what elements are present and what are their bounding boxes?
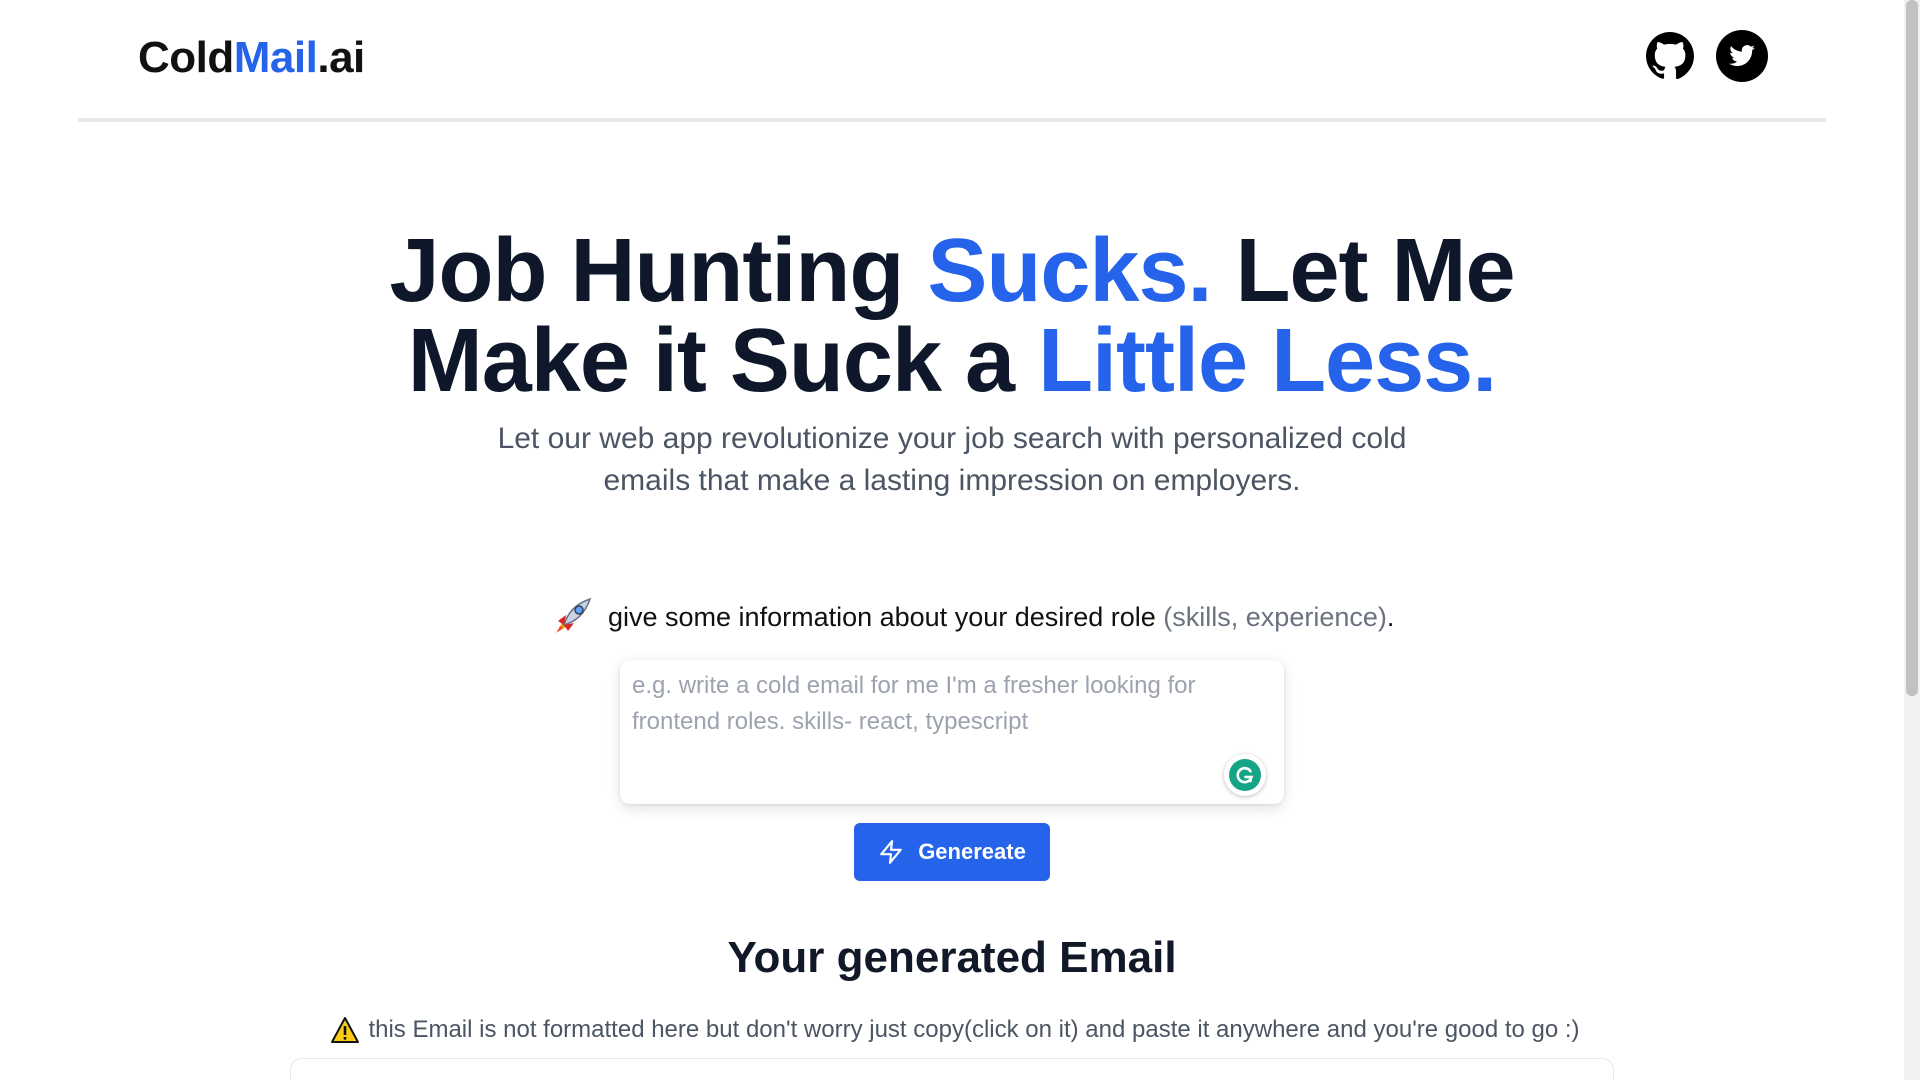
hero-subtitle: Let our web app revolutionize your job s… — [497, 422, 1407, 497]
generated-email-box[interactable] — [290, 1058, 1614, 1080]
twitter-link[interactable] — [1716, 30, 1768, 82]
lightning-icon — [880, 840, 903, 864]
rocket-icon — [556, 597, 592, 633]
prompt-label-end: . — [1386, 601, 1395, 632]
github-link[interactable] — [1644, 30, 1696, 82]
hero-title: Job Hunting Sucks. Let Me Make it Suck a… — [300, 226, 1604, 406]
logo[interactable]: ColdMail.ai — [138, 30, 365, 86]
generate-button[interactable]: Genereate — [854, 823, 1050, 881]
warning-icon — [331, 1017, 360, 1043]
grammarly-button[interactable] — [1224, 754, 1266, 796]
hero-line1-c: Let Me — [1211, 221, 1516, 321]
prompt-textarea[interactable] — [620, 660, 1284, 804]
page: ColdMail.ai Job Hunting Sucks. Let Me Ma… — [0, 0, 1920, 1080]
hero-line1-a: Job Hunting — [389, 221, 928, 321]
prompt-label: give some information about your desired… — [548, 592, 1448, 642]
generate-button-label: Genereate — [918, 839, 1026, 864]
prompt-label-hint: (skills, experience) — [1163, 601, 1387, 632]
logo-part-mail: Mail — [233, 33, 318, 82]
hero-line2-a: Make it Suck a — [407, 311, 1039, 411]
github-icon — [1646, 32, 1694, 80]
grammarly-icon — [1229, 759, 1261, 791]
scrollbar[interactable] — [1904, 0, 1920, 1080]
twitter-icon — [1716, 30, 1768, 82]
logo-part-ai: .ai — [317, 33, 365, 82]
result-warning: this Email is not formatted here but don… — [330, 1012, 1580, 1048]
header: ColdMail.ai — [78, 0, 1826, 122]
prompt-label-text: give some information about your desired… — [608, 601, 1164, 632]
hero-line2-accent: Little Less. — [1038, 311, 1497, 411]
logo-part-cold: Cold — [138, 33, 234, 82]
hero-line1-accent: Sucks. — [927, 221, 1212, 321]
prompt-textarea-container — [620, 660, 1284, 804]
result-title: Your generated Email — [727, 933, 1177, 982]
warning-text: this Email is not formatted here but don… — [368, 1016, 1580, 1043]
scrollbar-thumb[interactable] — [1906, 0, 1918, 696]
